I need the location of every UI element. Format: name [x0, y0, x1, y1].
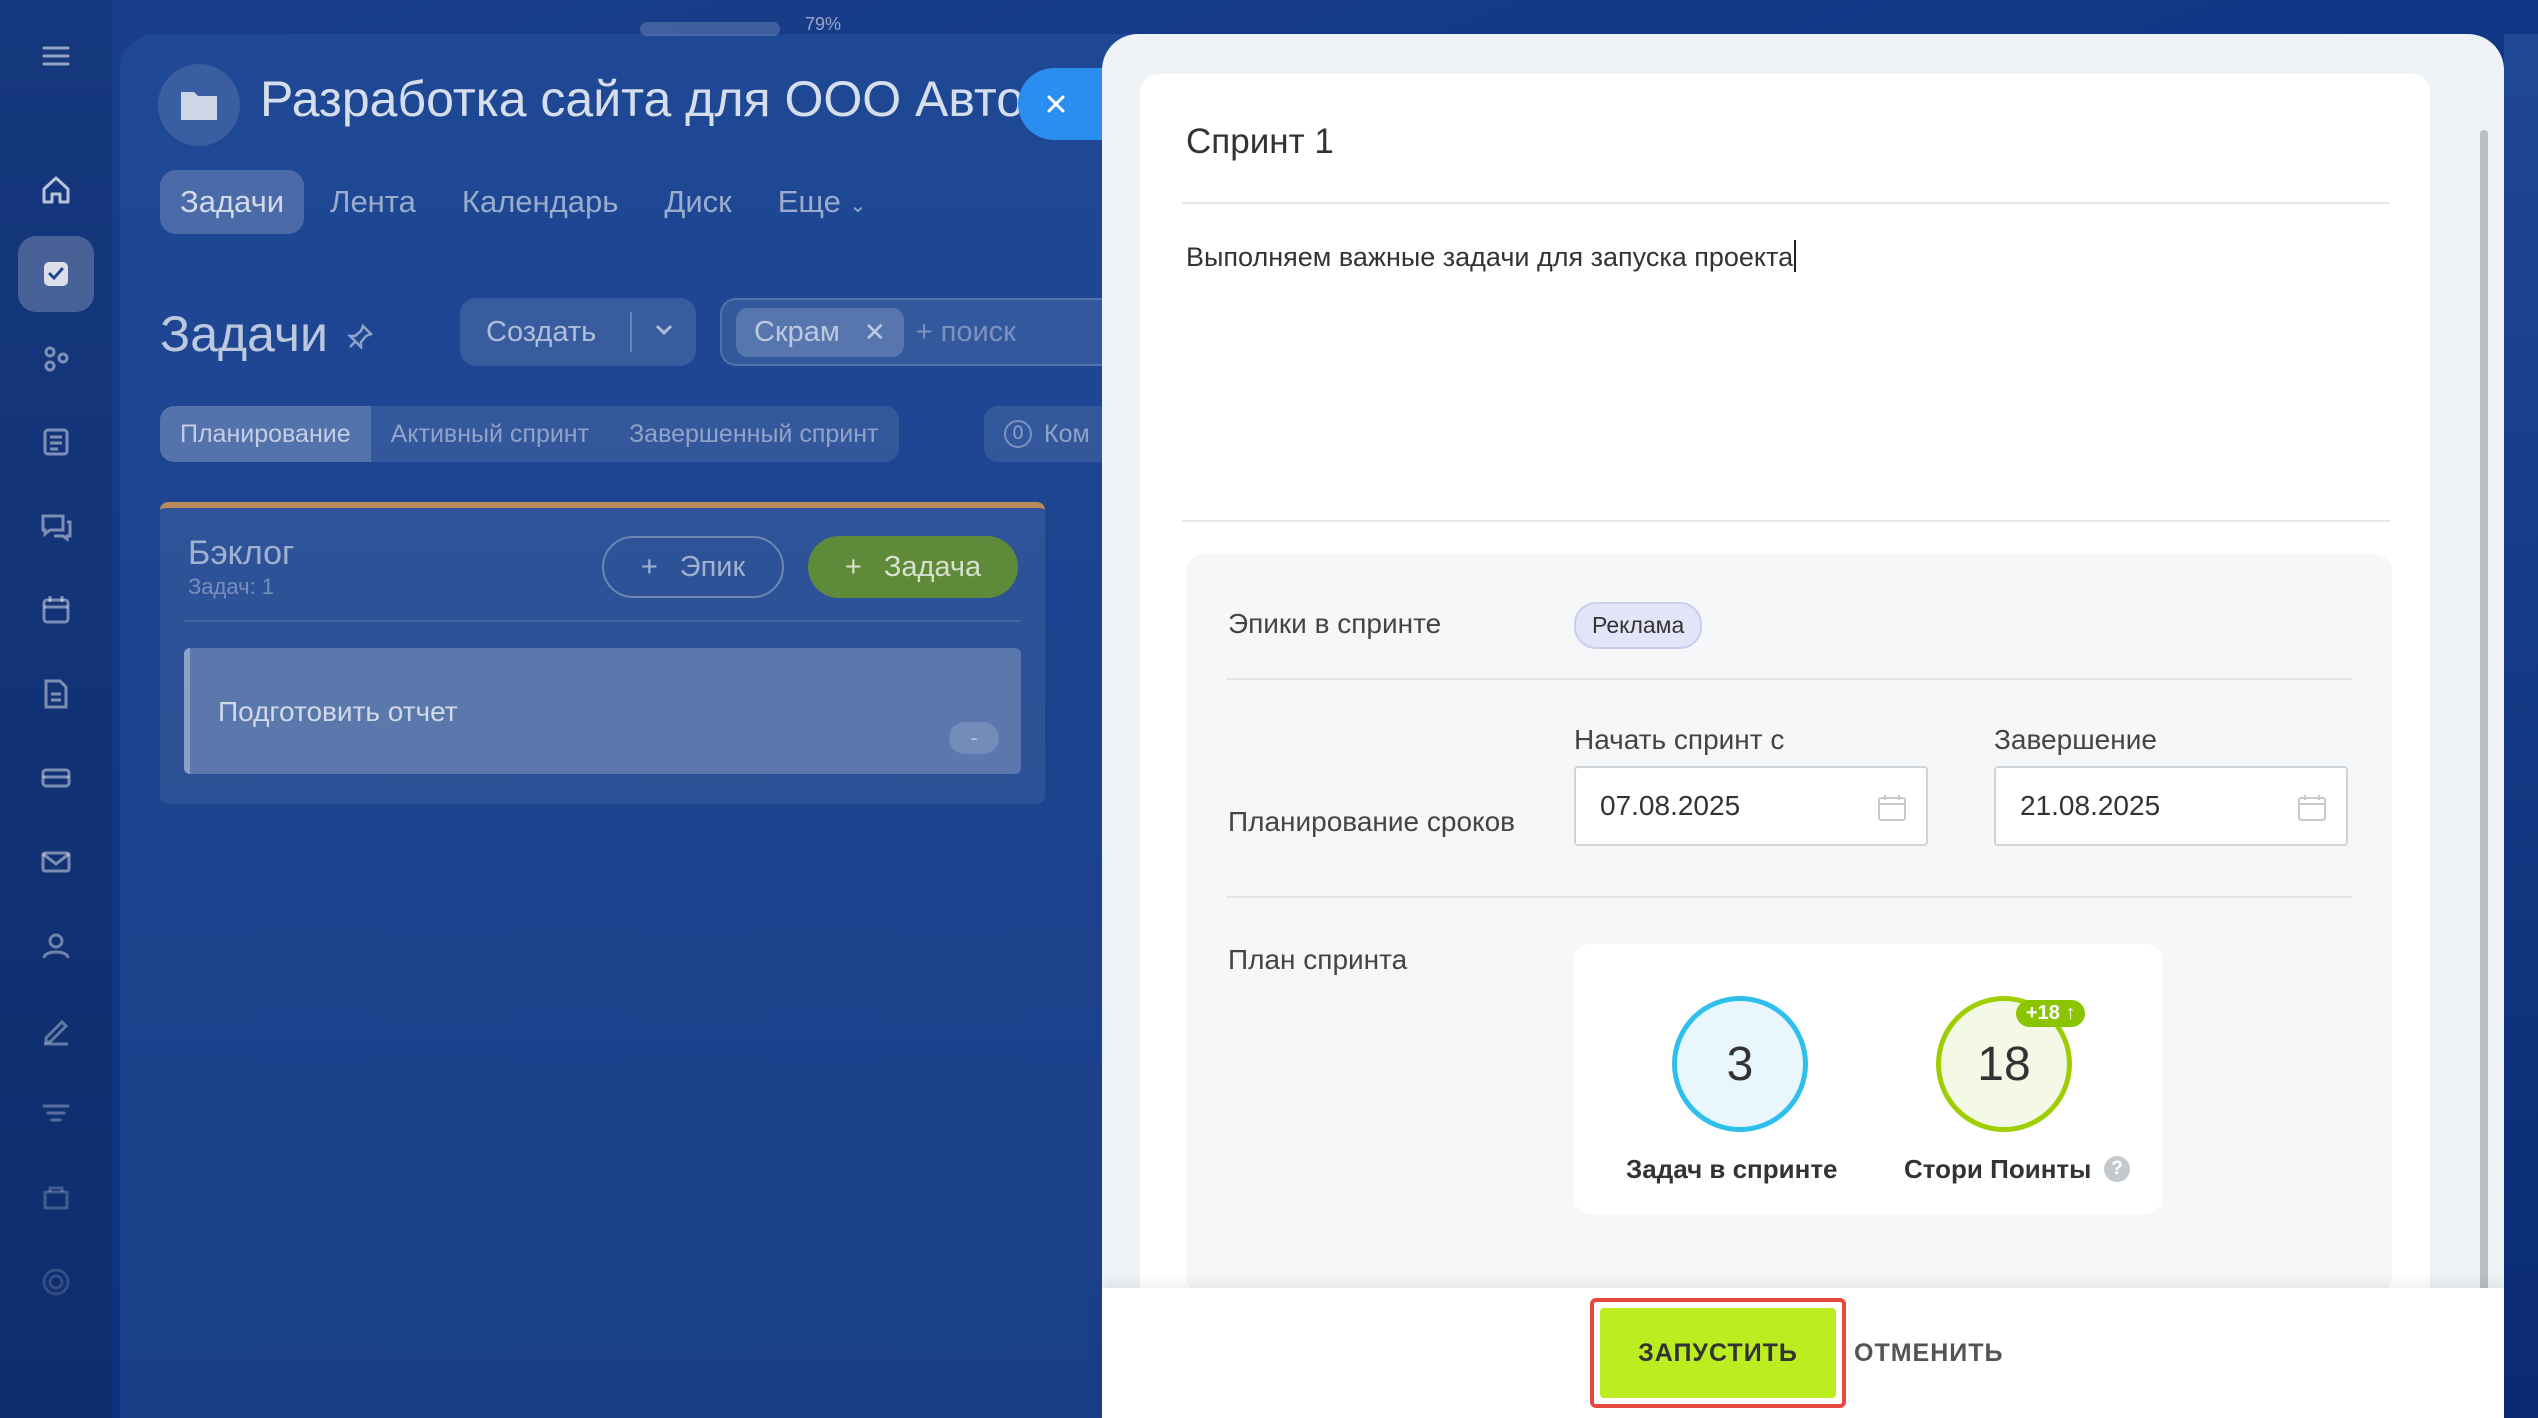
- tasks-count-circle: 3: [1672, 996, 1808, 1132]
- mail-icon[interactable]: [18, 824, 94, 900]
- sprint-description-input[interactable]: Выполняем важные задачи для запуска прое…: [1186, 240, 1797, 273]
- project-title: Разработка сайта для ООО Автол: [260, 71, 1020, 127]
- add-task-button[interactable]: + Задача: [808, 536, 1018, 598]
- story-points-label: Стори Поинты: [1904, 1154, 2092, 1184]
- plus-icon: +: [640, 550, 658, 583]
- sprint-form: Спринт 1 Выполняем важные задачи для зап…: [1140, 74, 2430, 1334]
- close-slider-button[interactable]: [1018, 68, 1108, 140]
- epic-tag[interactable]: Реклама: [1574, 602, 1703, 649]
- create-button-label: Создать: [486, 315, 597, 348]
- calendar-icon: [2298, 795, 2326, 821]
- chevron-down-icon: ⌄: [849, 195, 867, 217]
- text-caret: [1794, 240, 1797, 272]
- pin-icon[interactable]: [345, 322, 375, 357]
- tab-completed-sprint[interactable]: Завершенный спринт: [609, 406, 898, 462]
- end-date-field[interactable]: 21.08.2025: [1994, 766, 2348, 846]
- dates-label: Планирование сроков: [1228, 806, 1516, 837]
- tasks-count-label: Задач в спринте: [1626, 1154, 1838, 1184]
- task-card[interactable]: Подготовить отчет -: [184, 648, 1021, 774]
- tasks-icon[interactable]: [18, 236, 94, 312]
- create-button[interactable]: Создать: [460, 298, 696, 366]
- chevron-down-icon[interactable]: [632, 316, 676, 349]
- tab-more-label: Еще: [777, 184, 841, 219]
- zoom-label: 79%: [805, 14, 842, 34]
- add-task-label: Задача: [883, 550, 982, 583]
- search-input[interactable]: Скрам ✕ + поиск: [720, 298, 1120, 366]
- divider: [1182, 520, 2390, 522]
- settings-icon[interactable]: [18, 1244, 94, 1320]
- story-points-badge[interactable]: -: [949, 722, 999, 754]
- tab-feed[interactable]: Лента: [310, 170, 436, 234]
- tab-active-sprint[interactable]: Активный спринт: [371, 406, 609, 462]
- story-points-delta-badge: +18 ↑: [2016, 1000, 2086, 1027]
- calendar-icon: [1878, 795, 1906, 821]
- help-icon[interactable]: ?: [2104, 1156, 2130, 1182]
- start-date-value: 07.08.2025: [1600, 790, 1741, 821]
- cancel-button[interactable]: ОТМЕНИТЬ: [1854, 1308, 2003, 1398]
- counter-number: 0: [1004, 420, 1032, 448]
- task-card-title: Подготовить отчет: [218, 696, 458, 727]
- contacts-icon[interactable]: [18, 908, 94, 984]
- sprint-plan-card: 3 Задач в спринте 18 +18 ↑ Стори Поинты …: [1574, 944, 2162, 1214]
- start-date-field[interactable]: 07.08.2025: [1574, 766, 1928, 846]
- sprint-description-text: Выполняем важные задачи для запуска прое…: [1186, 242, 1794, 272]
- slider-footer: ЗАПУСТИТЬ ОТМЕНИТЬ: [1102, 1288, 2504, 1418]
- plus-icon: +: [844, 550, 862, 583]
- crm-icon[interactable]: [18, 320, 94, 396]
- counter-label: Ком: [1044, 419, 1090, 448]
- tab-tasks[interactable]: Задачи: [160, 170, 305, 234]
- sprint-name-input[interactable]: Спринт 1: [1186, 122, 1334, 162]
- sprint-start-slider: Спринт 1 Выполняем важные задачи для зап…: [1102, 34, 2504, 1418]
- filter-chip[interactable]: Скрам ✕: [736, 307, 904, 357]
- filter-chip-label: Скрам: [754, 315, 840, 348]
- divider: [1226, 896, 2352, 898]
- divider: [1226, 678, 2352, 680]
- end-date-caption: Завершение: [1994, 724, 2157, 755]
- store-icon[interactable]: [18, 740, 94, 816]
- menu-icon[interactable]: [18, 18, 94, 94]
- shop-icon[interactable]: [18, 1160, 94, 1236]
- sprint-plan-label: План спринта: [1228, 944, 1408, 975]
- backlog-title: Бэклог: [188, 534, 295, 572]
- home-icon[interactable]: [18, 152, 94, 228]
- epics-label: Эпики в спринте: [1228, 608, 1442, 639]
- project-tabs: Задачи Лента Календарь Диск Еще ⌄: [160, 170, 886, 234]
- calendar-icon[interactable]: [18, 572, 94, 648]
- sprint-properties: Эпики в спринте Реклама Планирование сро…: [1186, 554, 2392, 1294]
- filter-icon[interactable]: [18, 1076, 94, 1152]
- end-date-value: 21.08.2025: [2020, 790, 2161, 821]
- view-tabs: Планирование Активный спринт Завершенный…: [160, 406, 899, 462]
- feed-icon[interactable]: [18, 404, 94, 480]
- backlog-count: Задач: 1: [188, 574, 275, 599]
- close-icon: [1047, 95, 1065, 113]
- launch-sprint-button[interactable]: ЗАПУСТИТЬ: [1600, 1308, 1836, 1398]
- divider: [1182, 202, 2390, 204]
- start-date-caption: Начать спринт с: [1574, 724, 1785, 755]
- close-icon[interactable]: ✕: [864, 317, 886, 348]
- backlog-panel: Бэклог Задач: 1 + Эпик + Задача Подготов…: [160, 502, 1045, 804]
- sign-icon[interactable]: [18, 992, 94, 1068]
- tab-more[interactable]: Еще ⌄: [758, 170, 886, 234]
- tab-disk[interactable]: Диск: [644, 170, 751, 234]
- background-edge: [2504, 34, 2538, 1418]
- zoom-indicator: [640, 22, 780, 36]
- search-placeholder: + поиск: [915, 315, 1016, 348]
- chat-icon[interactable]: [18, 488, 94, 564]
- divider: [184, 620, 1021, 622]
- docs-icon[interactable]: [18, 656, 94, 732]
- scrollbar[interactable]: [2480, 130, 2488, 1306]
- add-epic-label: Эпик: [679, 550, 746, 583]
- left-sidebar: [0, 0, 112, 1418]
- page-title: Задачи: [160, 306, 328, 362]
- add-epic-button[interactable]: + Эпик: [602, 536, 784, 598]
- tab-planning[interactable]: Планирование: [160, 406, 371, 462]
- folder-icon: [158, 64, 240, 146]
- tab-calendar[interactable]: Календарь: [442, 170, 638, 234]
